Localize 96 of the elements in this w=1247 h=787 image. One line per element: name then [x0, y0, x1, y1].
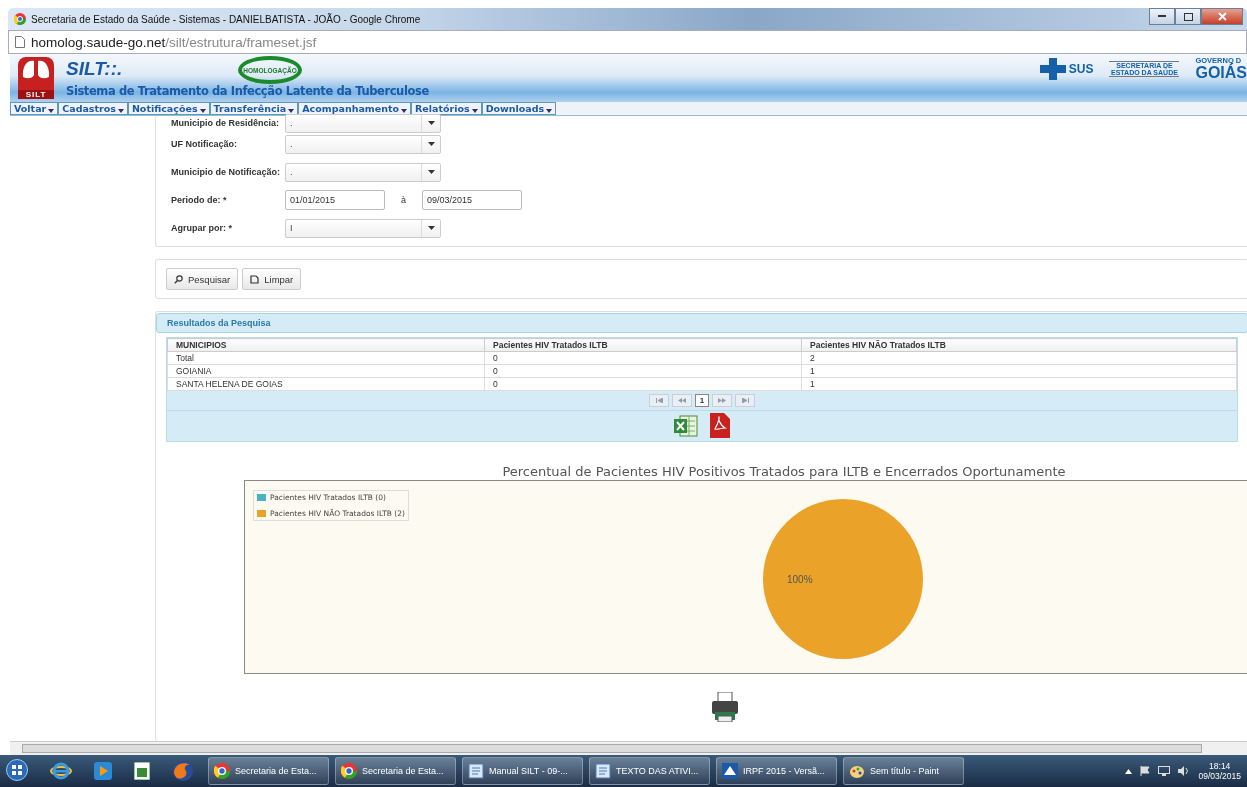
logo-label: SILT	[18, 90, 54, 99]
taskbar-button[interactable]: Secretaria de Esta...	[208, 757, 329, 785]
date-input[interactable]: 01/01/2015	[285, 190, 385, 210]
sus-text: SUS	[1068, 61, 1094, 76]
menu-item[interactable]: Transferência	[209, 102, 299, 115]
previous-page-icon	[678, 398, 686, 403]
column-header: MUNICIPIOS	[167, 338, 485, 352]
maximize-button[interactable]	[1175, 8, 1201, 25]
caret-icon	[427, 121, 435, 125]
taskbar-button[interactable]: Secretaria de Esta...	[335, 757, 456, 785]
menu-item[interactable]: Relatórios	[411, 102, 482, 115]
field-label: Municipio de Residência:	[171, 118, 281, 128]
fox-globe-icon[interactable]	[172, 760, 194, 782]
field-label: Agrupar por: *	[171, 223, 233, 233]
close-button[interactable]	[1201, 8, 1243, 25]
field-label: Periodo de: *	[171, 195, 228, 205]
taskbar-button[interactable]: Manual SILT - 09-...	[462, 757, 583, 785]
minimize-icon	[1158, 15, 1166, 18]
caret-icon	[546, 109, 553, 113]
caret-icon	[117, 109, 124, 113]
results-title: Resultados da Pesquisa	[156, 313, 1247, 333]
clear-button[interactable]: Limpar	[242, 268, 302, 290]
table-cell: 2	[801, 351, 1237, 365]
taskbar-button[interactable]: TEXTO DAS ATIVI...	[589, 757, 710, 785]
field-label: Municipio de Notificação:	[171, 167, 281, 177]
menu-item[interactable]: Cadastros	[58, 102, 128, 115]
close-icon	[1217, 12, 1227, 21]
dropdown-field[interactable]: I	[285, 218, 441, 238]
caret-icon	[427, 226, 435, 230]
caret-icon	[48, 109, 55, 113]
slice-label: 100%	[787, 574, 813, 585]
table-cell: 0	[484, 364, 802, 378]
windows-icon	[6, 758, 28, 781]
page-button[interactable]: 1	[695, 394, 709, 407]
menu-item[interactable]: Notificações	[127, 102, 210, 115]
search-icon	[174, 274, 183, 284]
window-title: Secretaria de Estado da Saúde - Sistemas - DANIELBATISTA - JOÃO - Google Chrome	[31, 13, 421, 25]
table-cell: 1	[801, 364, 1237, 378]
taskbar-button[interactable]: IRPF 2015 - Versã...	[716, 757, 837, 785]
column-header: Pacientes HIV NÃO Tratados ILTB	[801, 338, 1237, 352]
range-separator: à	[400, 195, 407, 205]
caret-icon	[427, 142, 435, 146]
search-button[interactable]: Pesquisar	[166, 268, 239, 290]
app-icon	[722, 763, 738, 779]
table-cell: Total	[167, 351, 485, 365]
menu-item[interactable]: Downloads	[481, 102, 557, 115]
clock-time: 18:14	[1209, 761, 1231, 771]
cross-icon	[1039, 57, 1066, 80]
printer-icon[interactable]	[710, 692, 739, 722]
table-cell: 0	[484, 377, 802, 391]
caret-icon	[199, 109, 206, 113]
pdf-icon[interactable]	[710, 413, 730, 438]
taskbar-button[interactable]: Sem título - Paint	[843, 757, 964, 785]
dropdown-field[interactable]: .	[285, 134, 441, 154]
lungs-icon	[21, 59, 51, 81]
browser-icon	[341, 763, 357, 779]
caret-icon	[471, 109, 478, 113]
next-page-icon	[718, 398, 726, 403]
page-icon	[15, 36, 25, 48]
url-text: homolog.saude-go.net/silt/estrutura/frameset.jsf	[31, 34, 317, 50]
tray-arrow-icon[interactable]	[1125, 768, 1133, 774]
address-bar[interactable]: homolog.saude-go.net/silt/estrutura/frameset.jsf	[8, 30, 1247, 54]
app-subtitle: Sistema de Tratamento da Infecção Latente da Tuberculose	[66, 84, 429, 98]
spreadsheet-icon[interactable]	[134, 762, 150, 780]
network-icon[interactable]	[1158, 766, 1171, 776]
horizontal-scrollbar[interactable]	[10, 741, 1247, 755]
first-page-icon	[655, 398, 663, 403]
browser-icon	[14, 13, 26, 25]
dropdown-field[interactable]: .	[285, 162, 441, 182]
document-icon	[250, 274, 260, 284]
table-cell: 1	[801, 377, 1237, 391]
last-page-icon	[741, 398, 749, 403]
table-cell: 0	[484, 351, 802, 365]
document-icon	[595, 763, 611, 779]
browser-icon	[214, 763, 230, 779]
globe-e-icon[interactable]	[50, 760, 72, 782]
flag-icon[interactable]	[1140, 766, 1151, 776]
caret-icon	[427, 170, 435, 174]
palette-icon	[849, 763, 865, 779]
minimize-button[interactable]	[1149, 8, 1175, 25]
app-name: SILT::.	[66, 58, 123, 80]
date-input[interactable]: 09/03/2015	[422, 190, 522, 210]
menu-item[interactable]: Voltar	[10, 102, 59, 115]
table-cell: GOIANIA	[167, 364, 485, 378]
document-icon	[468, 763, 484, 779]
spreadsheet-icon[interactable]	[674, 414, 698, 437]
media-player-icon[interactable]	[94, 762, 112, 780]
goias-text: GOIÁS	[1195, 64, 1247, 81]
field-label: UF Notificação:	[171, 139, 238, 149]
maximize-icon	[1183, 12, 1193, 21]
dropdown-field[interactable]: .	[285, 113, 441, 133]
clock-date: 09/03/2015	[1198, 771, 1241, 781]
speaker-icon[interactable]	[1178, 766, 1191, 776]
table-cell: SANTA HELENA DE GOIAS	[167, 377, 485, 391]
chart-title: Percentual de Pacientes HIV Positivos Tratados para ILTB e Encerrados Oportunamente	[502, 464, 1066, 479]
column-header: Pacientes HIV Tratados ILTB	[484, 338, 802, 352]
